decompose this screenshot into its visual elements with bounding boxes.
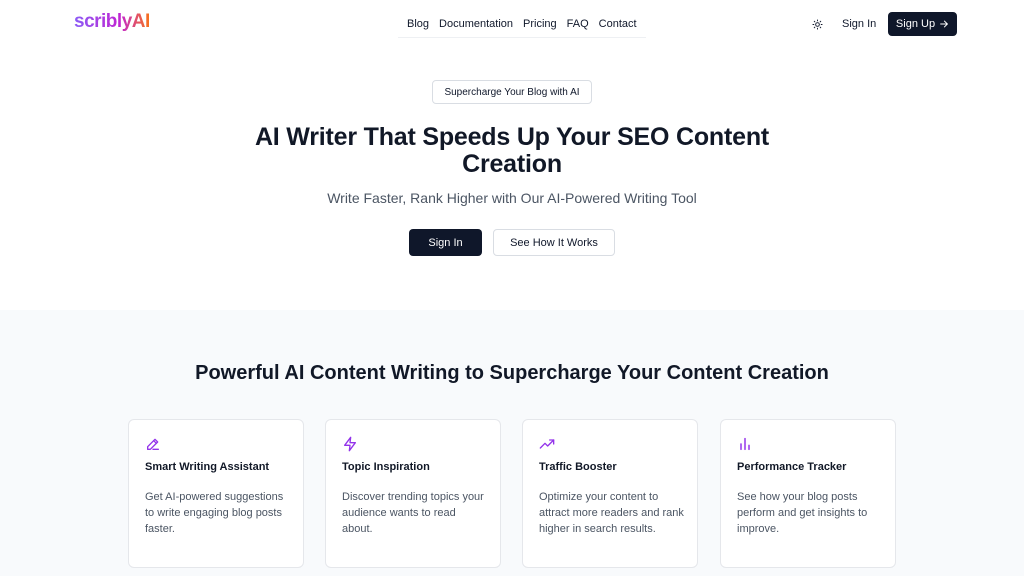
main-nav: Blog Documentation Pricing FAQ Contact xyxy=(398,10,646,38)
feature-card-desc: See how your blog posts perform and get … xyxy=(737,491,868,535)
nav-documentation[interactable]: Documentation xyxy=(434,18,518,30)
sun-icon xyxy=(811,18,823,30)
trending-up-icon xyxy=(539,439,555,449)
feature-card-desc: Discover trending topics your audience w… xyxy=(342,491,484,535)
site-header: scriblyAI Blog Documentation Pricing FAQ… xyxy=(0,0,1024,48)
logo[interactable]: scriblyAI xyxy=(74,11,150,33)
nav-blog[interactable]: Blog xyxy=(402,18,434,30)
nav-contact[interactable]: Contact xyxy=(594,18,642,30)
feature-card: Topic Inspiration Discover trending topi… xyxy=(325,419,501,568)
feature-card-title: Topic Inspiration xyxy=(342,461,430,473)
header-sign-in-link[interactable]: Sign In xyxy=(838,12,880,36)
header-sign-up-button[interactable]: Sign Up xyxy=(888,12,957,36)
sign-up-label: Sign Up xyxy=(895,18,936,30)
nav-pricing[interactable]: Pricing xyxy=(518,18,562,30)
lightning-icon xyxy=(344,436,356,452)
nav-faq[interactable]: FAQ xyxy=(562,18,594,30)
hero-title: AI Writer That Speeds Up Your SEO Conten… xyxy=(254,123,770,178)
theme-toggle-button[interactable] xyxy=(808,15,826,33)
features-section: Powerful AI Content Writing to Superchar… xyxy=(0,310,1024,576)
bar-chart-icon xyxy=(740,437,750,451)
hero-badge: Supercharge Your Blog with AI xyxy=(432,80,592,104)
pencil-icon xyxy=(147,438,159,450)
feature-card-title: Traffic Booster xyxy=(539,461,617,473)
feature-card-title: Performance Tracker xyxy=(737,461,847,473)
feature-card-desc: Optimize your content to attract more re… xyxy=(539,491,684,535)
arrow-right-icon xyxy=(940,20,948,28)
hero-subtitle: Write Faster, Rank Higher with Our AI-Po… xyxy=(327,190,697,206)
feature-card-title: Smart Writing Assistant xyxy=(145,461,270,473)
feature-card: Traffic Booster Optimize your content to… xyxy=(522,419,698,568)
hero-sign-in-button[interactable]: Sign In xyxy=(409,229,482,256)
feature-card: Performance Tracker See how your blog po… xyxy=(720,419,896,568)
see-how-it-works-button[interactable]: See How It Works xyxy=(493,229,615,256)
feature-card: Smart Writing Assistant Get AI-powered s… xyxy=(128,419,304,568)
features-title: Powerful AI Content Writing to Superchar… xyxy=(195,362,829,384)
feature-card-desc: Get AI-powered suggestions to write enga… xyxy=(145,491,284,535)
